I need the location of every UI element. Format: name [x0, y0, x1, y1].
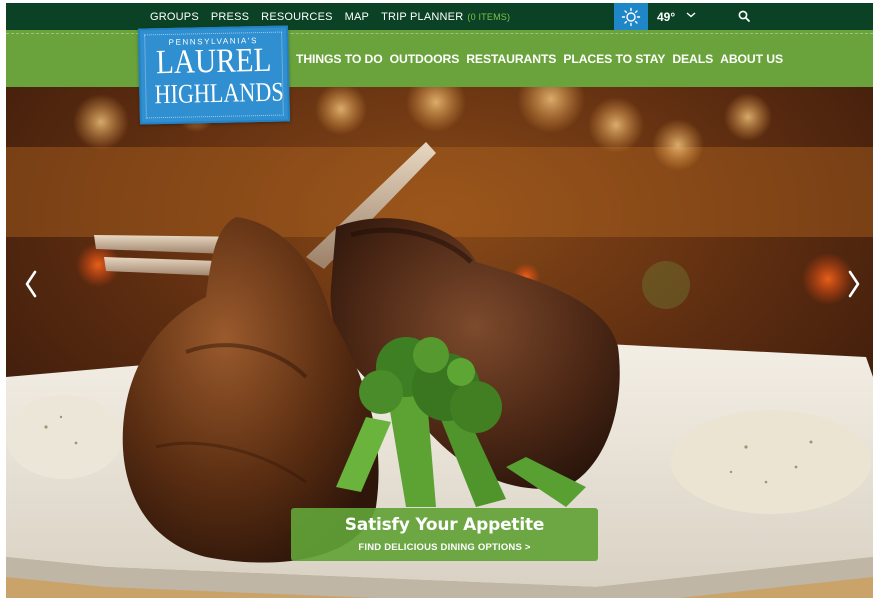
logo-line-2: HIGHLANDS: [154, 76, 284, 110]
nav-places-to-stay[interactable]: PLACES TO STAY: [563, 52, 665, 66]
cta-subtitle: FIND DELICIOUS DINING OPTIONS >: [358, 542, 531, 553]
logo-line-1: LAUREL: [155, 41, 272, 82]
resources-link[interactable]: RESOURCES: [261, 11, 332, 23]
main-nav-bar: THINGS TO DO OUTDOORS RESTAURANTS PLACES…: [6, 30, 873, 87]
cta-title: Satisfy Your Appetite: [344, 515, 545, 535]
page: GROUPS PRESS RESOURCES MAP TRIP PLANNER(…: [0, 0, 873, 598]
nav-things-to-do[interactable]: THINGS TO DO: [296, 52, 383, 66]
trip-planner-link[interactable]: TRIP PLANNER (0 ITEMS): [381, 11, 510, 23]
press-link[interactable]: PRESS: [211, 11, 249, 23]
dining-cta-button[interactable]: Satisfy Your Appetite FIND DELICIOUS DIN…: [291, 508, 598, 561]
trip-planner-count: (0 ITEMS): [467, 11, 511, 22]
main-nav: THINGS TO DO OUTDOORS RESTAURANTS PLACES…: [296, 30, 790, 87]
nav-about-us[interactable]: ABOUT US: [720, 52, 783, 66]
utility-links: GROUPS PRESS RESOURCES MAP TRIP PLANNER(…: [150, 3, 510, 30]
search-icon[interactable]: [737, 9, 751, 23]
trip-planner-label: TRIP PLANNER: [381, 10, 464, 23]
hero-carousel: Satisfy Your Appetite FIND DELICIOUS DIN…: [6, 87, 873, 598]
sun-icon: [621, 7, 641, 26]
chevron-left-icon[interactable]: [21, 267, 41, 301]
nav-outdoors[interactable]: OUTDOORS: [390, 52, 460, 66]
groups-link[interactable]: GROUPS: [150, 11, 199, 23]
weather-temperature: 49°: [657, 9, 676, 24]
nav-deals[interactable]: DEALS: [672, 52, 713, 66]
site-logo[interactable]: PENNSYLVANIA'S LAUREL HIGHLANDS: [138, 25, 290, 125]
weather-widget[interactable]: [614, 3, 648, 30]
nav-restaurants[interactable]: RESTAURANTS: [466, 52, 556, 66]
chevron-right-icon[interactable]: [844, 267, 864, 301]
utility-bar: GROUPS PRESS RESOURCES MAP TRIP PLANNER(…: [6, 3, 873, 30]
chevron-down-icon[interactable]: [685, 9, 697, 21]
map-link[interactable]: MAP: [345, 11, 369, 23]
